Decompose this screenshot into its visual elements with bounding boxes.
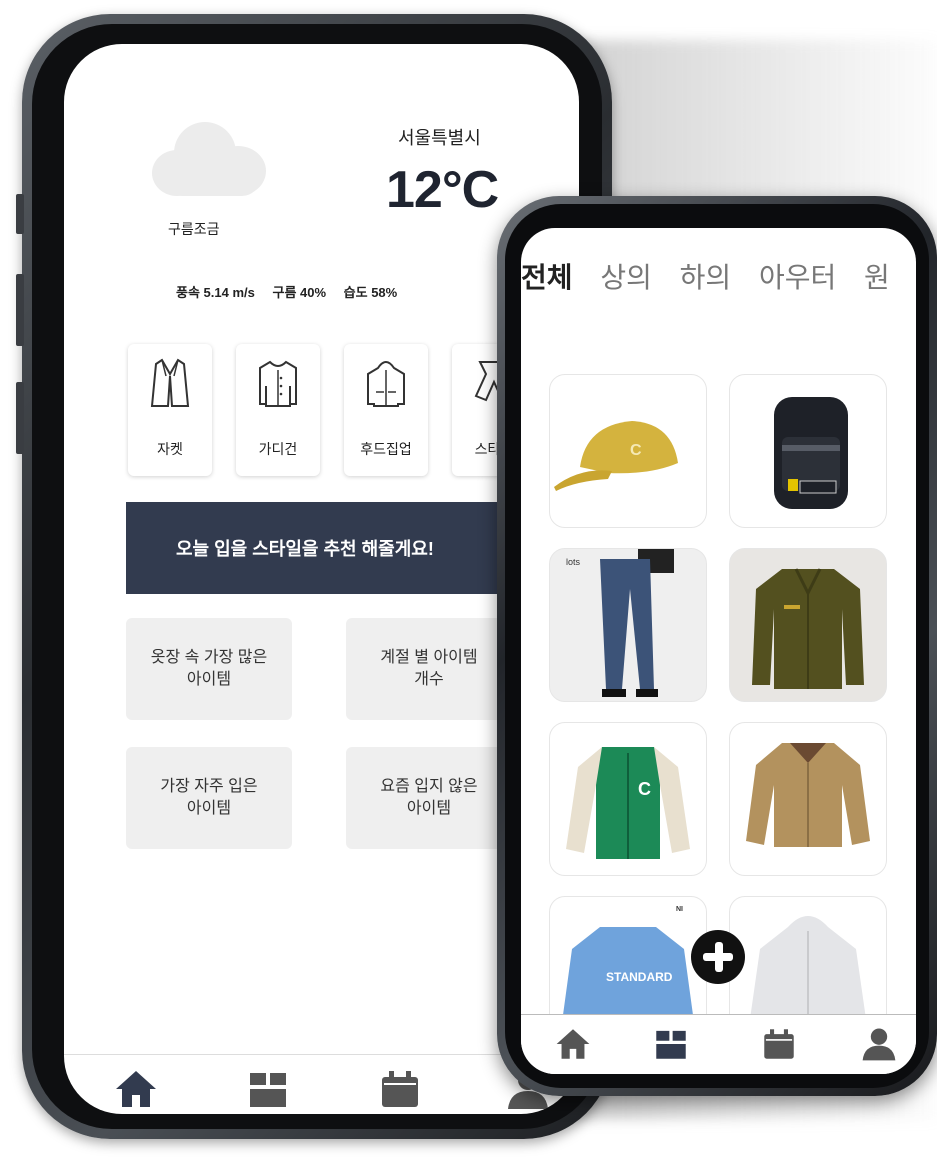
jeans-image: lots <box>566 549 674 697</box>
city-name: 서울특별시 <box>398 128 481 148</box>
volume-down-button <box>16 382 24 454</box>
closet-tabs: 전체 상의 하의 아우터 원 <box>521 256 910 296</box>
category-cardigan[interactable]: 가디건 <box>236 344 320 476</box>
tile-line: 계절 별 아이템 <box>380 649 478 666</box>
phone-closet: 전체 상의 하의 아우터 원 C lots C STANDARD NI <box>497 196 937 1096</box>
tile-line: 개수 <box>414 671 444 688</box>
add-item-button[interactable] <box>691 930 745 984</box>
svg-text:C: C <box>638 779 651 799</box>
humidity: 습도 58% <box>343 285 398 300</box>
category-jacket[interactable]: 자켓 <box>128 344 212 476</box>
wind-speed: 풍속 5.14 m/s <box>176 285 255 300</box>
tile-line: 아이템 <box>406 800 452 817</box>
side-button <box>16 194 24 234</box>
temperature: 12°C <box>386 161 499 219</box>
tab-outer[interactable]: 아우터 <box>759 262 836 293</box>
bottom-nav <box>521 1014 916 1074</box>
svg-text:C: C <box>630 442 642 459</box>
most-items-tile[interactable]: 옷장 속 가장 많은아이템 <box>126 618 292 720</box>
closet-item-jeans[interactable]: lots <box>549 548 707 702</box>
closet-screen: 전체 상의 하의 아우터 원 C lots C STANDARD NI <box>521 228 916 1074</box>
home-icon[interactable] <box>114 1069 158 1109</box>
hoodie-zipup-icon <box>367 361 405 407</box>
category-label: 자켓 <box>157 441 183 457</box>
backpack-image <box>774 397 848 509</box>
closet-item-backpack[interactable] <box>729 374 887 528</box>
user-icon[interactable] <box>861 1027 897 1061</box>
not-worn-tile[interactable]: 요즘 입지 않은아이템 <box>346 747 512 849</box>
tile-line: 요즘 입지 않은 <box>380 778 478 795</box>
tab-tops[interactable]: 상의 <box>600 262 652 293</box>
tab-bottoms[interactable]: 하의 <box>680 262 732 293</box>
closet-item-harrington-jacket[interactable] <box>729 722 887 876</box>
cloud-icon <box>152 116 272 196</box>
varsity-jacket-image: C <box>566 747 690 859</box>
svg-text:STANDARD: STANDARD <box>606 970 673 984</box>
tile-line: 가장 자주 입은 <box>160 778 258 795</box>
svg-text:lots: lots <box>566 557 581 567</box>
weather-condition: 구름조금 <box>168 221 220 237</box>
tile-line: 옷장 속 가장 많은 <box>150 649 268 666</box>
calendar-icon[interactable] <box>378 1069 422 1109</box>
calendar-icon[interactable] <box>761 1027 797 1061</box>
jacket-icon <box>150 358 190 407</box>
most-worn-tile[interactable]: 가장 자주 입은아이템 <box>126 747 292 849</box>
closet-item-cap[interactable]: C <box>549 374 707 528</box>
tile-line: 아이템 <box>186 671 232 688</box>
svg-text:NI: NI <box>676 906 683 913</box>
category-label: 후드집업 <box>360 441 412 457</box>
cap-image: C <box>554 421 678 491</box>
bottom-nav <box>64 1054 579 1114</box>
tile-line: 아이템 <box>186 800 232 817</box>
closet-item-varsity-jacket[interactable]: C <box>549 722 707 876</box>
tab-onepiece[interactable]: 원 <box>864 262 890 293</box>
category-label: 가디건 <box>258 441 298 457</box>
closet-box-icon[interactable] <box>653 1027 689 1061</box>
category-hoodie-zipup[interactable]: 후드집업 <box>344 344 428 476</box>
volume-up-button <box>16 274 24 346</box>
closet-box-icon[interactable] <box>246 1069 290 1109</box>
tab-all[interactable]: 전체 <box>521 262 573 293</box>
season-count-tile[interactable]: 계절 별 아이템개수 <box>346 618 512 720</box>
home-icon[interactable] <box>555 1027 591 1061</box>
cloudiness: 구름 40% <box>272 285 327 300</box>
closet-item-field-jacket[interactable] <box>729 548 887 702</box>
cardigan-icon <box>259 360 297 407</box>
harrington-jacket-image <box>746 743 870 847</box>
field-jacket-image <box>752 568 864 689</box>
weather-stats: 풍속 5.14 m/s 구름 40% 습도 58% <box>176 282 411 301</box>
